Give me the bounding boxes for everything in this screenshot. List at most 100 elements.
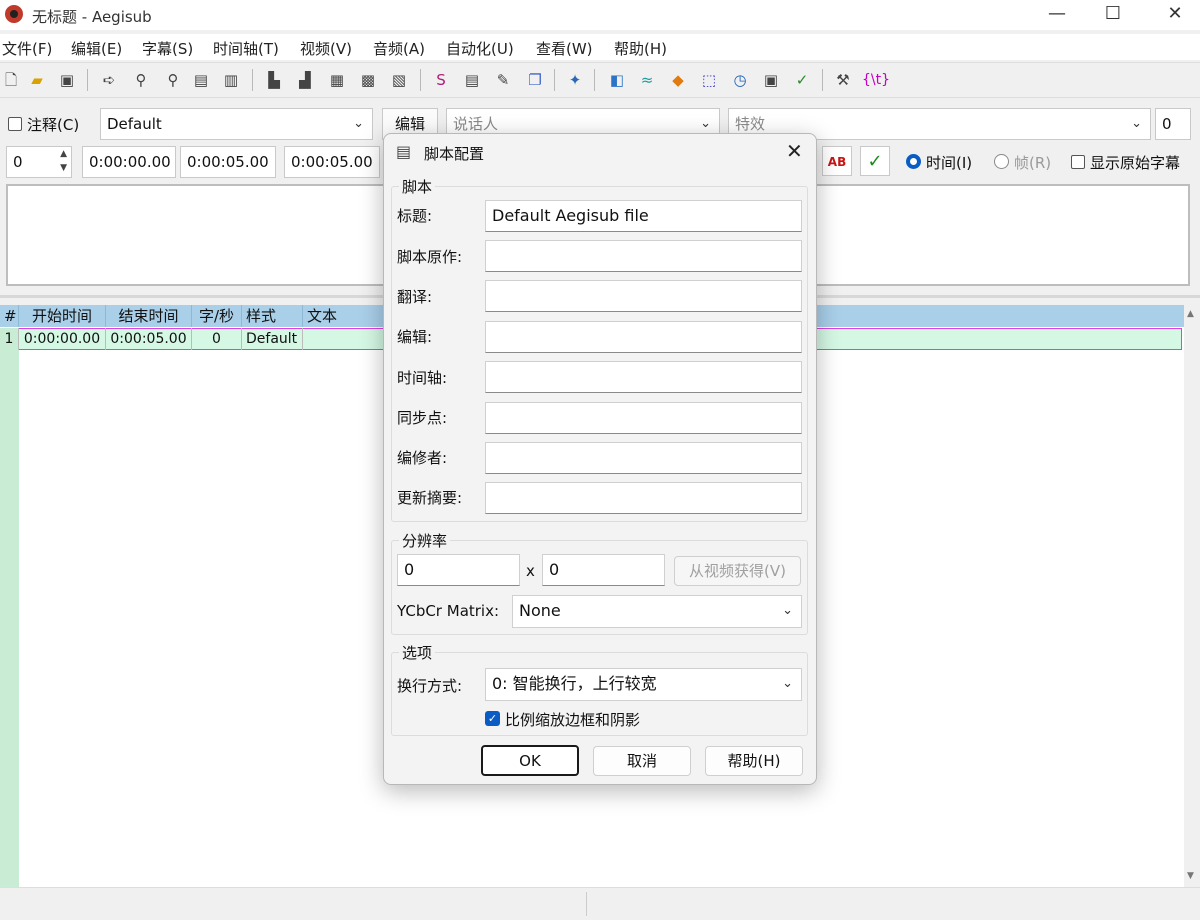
jump-to-icon[interactable]: ➪ xyxy=(98,69,120,91)
sync-point-input[interactable] xyxy=(485,402,802,434)
ycbcr-select[interactable]: None ⌄ xyxy=(512,595,802,628)
keyframes-icon[interactable]: ▧ xyxy=(388,69,410,91)
original-script-input[interactable] xyxy=(485,240,802,272)
grid-header-start[interactable]: 开始时间 xyxy=(19,305,106,327)
zoom-out-icon[interactable]: ⚲ xyxy=(162,69,184,91)
grid-header-cps[interactable]: 字/秒 xyxy=(192,305,242,327)
snapshot-icon[interactable]: ▩ xyxy=(357,69,379,91)
zoom-in-icon[interactable]: ⚲ xyxy=(130,69,152,91)
duration-input[interactable]: 0:00:05.00 xyxy=(284,146,380,178)
options-group-title: 选项 xyxy=(399,642,436,663)
attachments-icon[interactable]: ✎ xyxy=(492,69,514,91)
fonts-collector-icon[interactable]: ❐ xyxy=(524,69,546,91)
grid-header-end[interactable]: 结束时间 xyxy=(106,305,192,327)
from-video-button[interactable]: 从视频获得(V) xyxy=(674,556,801,586)
editing-input[interactable] xyxy=(485,321,802,353)
resolution-x-input[interactable]: 0 xyxy=(397,554,520,586)
menu-video[interactable]: 视频(V) xyxy=(300,38,352,59)
start-time-input[interactable]: 0:00:00.00 xyxy=(82,146,176,178)
copy-frame-icon[interactable]: ▟ xyxy=(294,69,316,91)
timing-input[interactable] xyxy=(485,361,802,393)
frame-radio-label: 帧(R) xyxy=(1014,154,1052,172)
video-detail-icon[interactable]: ▥ xyxy=(220,69,242,91)
show-original-checkbox[interactable] xyxy=(1071,155,1085,169)
styles-manager-icon[interactable]: S xyxy=(430,69,452,91)
comment-label: 注释(C) xyxy=(27,116,80,134)
open-file-icon[interactable]: ▰ xyxy=(26,69,48,91)
menu-view[interactable]: 查看(W) xyxy=(536,38,593,59)
grid-scrollbar[interactable]: ▲ ▼ xyxy=(1184,305,1200,887)
menu-edit[interactable]: 编辑(E) xyxy=(71,38,122,59)
ycbcr-label: YCbCr Matrix: xyxy=(397,602,500,620)
help-button[interactable]: 帮助(H) xyxy=(705,746,803,776)
ok-button[interactable]: OK xyxy=(481,745,579,776)
menu-subtitle[interactable]: 字幕(S) xyxy=(142,38,193,59)
grid-row-gutter xyxy=(0,350,19,887)
options-icon[interactable]: ⚒ xyxy=(832,69,854,91)
resample-icon[interactable]: ⬚ xyxy=(698,69,720,91)
menu-timing[interactable]: 时间轴(T) xyxy=(213,38,279,59)
new-file-icon[interactable]: 🗋 xyxy=(0,69,22,91)
automation-icon[interactable]: ✦ xyxy=(564,69,586,91)
sync-point-label: 同步点: xyxy=(397,409,448,427)
menu-automation[interactable]: 自动化(U) xyxy=(446,38,514,59)
updated-by-input[interactable] xyxy=(485,442,802,474)
row-end: 0:00:05.00 xyxy=(106,328,192,350)
update-details-label: 更新摘要: xyxy=(397,489,463,507)
timer-icon[interactable]: ◷ xyxy=(729,69,751,91)
properties-icon: ▤ xyxy=(396,142,412,161)
save-file-icon[interactable]: ▣ xyxy=(56,69,78,91)
shift-times-icon[interactable]: ◧ xyxy=(606,69,628,91)
kanji-timer-icon[interactable]: ◆ xyxy=(667,69,689,91)
window-title: 无标题 - Aegisub xyxy=(32,8,152,26)
resolution-y-input[interactable]: 0 xyxy=(542,554,665,586)
script-group-title: 脚本 xyxy=(399,176,436,197)
style-select[interactable]: Default ⌄ xyxy=(100,108,373,140)
dialog-title: 脚本配置 xyxy=(424,145,485,163)
aegisub-logo-icon xyxy=(5,5,23,23)
status-bar xyxy=(0,887,1200,920)
comment-checkbox[interactable] xyxy=(8,117,22,131)
layer-spinner[interactable]: 0 ▲ ▼ xyxy=(6,146,72,178)
close-button[interactable]: ✕ xyxy=(1152,0,1198,30)
wrap-style-label: 换行方式: xyxy=(397,677,463,695)
end-time-input[interactable]: 0:00:05.00 xyxy=(180,146,276,178)
margin-input[interactable]: 0 xyxy=(1155,108,1191,140)
menu-help[interactable]: 帮助(H) xyxy=(614,38,667,59)
toolbar: 🗋 ▰ ▣ ➪ ⚲ ⚲ ▤ ▥ ▙ ▟ ▦ ▩ ▧ S ▤ ✎ ❐ ✦ ◧ ≈ … xyxy=(0,62,1200,98)
scale-border-checkbox[interactable]: ✓ xyxy=(485,711,500,726)
frame-radio[interactable] xyxy=(994,154,1009,169)
script-properties-dialog: ▤ 脚本配置 ✕ 脚本 标题: Default Aegisub file 脚本原… xyxy=(383,133,817,785)
video-props-icon[interactable]: ▤ xyxy=(190,69,212,91)
spell-check-icon[interactable]: ✓ xyxy=(791,69,813,91)
translation-input[interactable] xyxy=(485,280,802,312)
translation-assistant-icon[interactable]: ▣ xyxy=(760,69,782,91)
spin-arrows-icon[interactable]: ▲ ▼ xyxy=(60,147,67,175)
grid-header-style[interactable]: 样式 xyxy=(242,305,303,327)
title-input[interactable]: Default Aegisub file xyxy=(485,200,802,232)
minimize-button[interactable]: — xyxy=(1034,0,1080,30)
scroll-up-icon[interactable]: ▲ xyxy=(1187,309,1194,319)
cancel-button[interactable]: 取消 xyxy=(593,746,691,776)
scroll-down-icon[interactable]: ▼ xyxy=(1187,871,1194,881)
menu-file[interactable]: 文件(F) xyxy=(2,38,52,59)
time-radio[interactable] xyxy=(906,154,921,169)
dialog-close-icon[interactable]: ✕ xyxy=(786,139,803,163)
update-details-input[interactable] xyxy=(485,482,802,514)
commit-button[interactable]: ✓ xyxy=(860,146,890,176)
maximize-button[interactable]: ☐ xyxy=(1090,0,1136,30)
ab-swap-button[interactable]: AB xyxy=(822,146,852,176)
save-frame-icon[interactable]: ▙ xyxy=(263,69,285,91)
timing-postprocessor-icon[interactable]: ≈ xyxy=(636,69,658,91)
wrap-style-select[interactable]: 0: 智能换行，上行较宽 ⌄ xyxy=(485,668,802,701)
video-to-subtitle-icon[interactable]: ▦ xyxy=(326,69,348,91)
grid-header-number[interactable]: # xyxy=(0,305,19,327)
properties-icon[interactable]: ▤ xyxy=(461,69,483,91)
updated-by-label: 编修者: xyxy=(397,449,448,467)
tag-toggle-icon[interactable]: {\t} xyxy=(862,69,890,91)
title-bar xyxy=(0,0,1200,30)
menu-audio[interactable]: 音频(A) xyxy=(373,38,425,59)
original-script-label: 脚本原作: xyxy=(397,248,463,266)
chevron-down-icon: ⌄ xyxy=(353,116,364,131)
scale-border-label: 比例缩放边框和阴影 xyxy=(505,711,641,729)
